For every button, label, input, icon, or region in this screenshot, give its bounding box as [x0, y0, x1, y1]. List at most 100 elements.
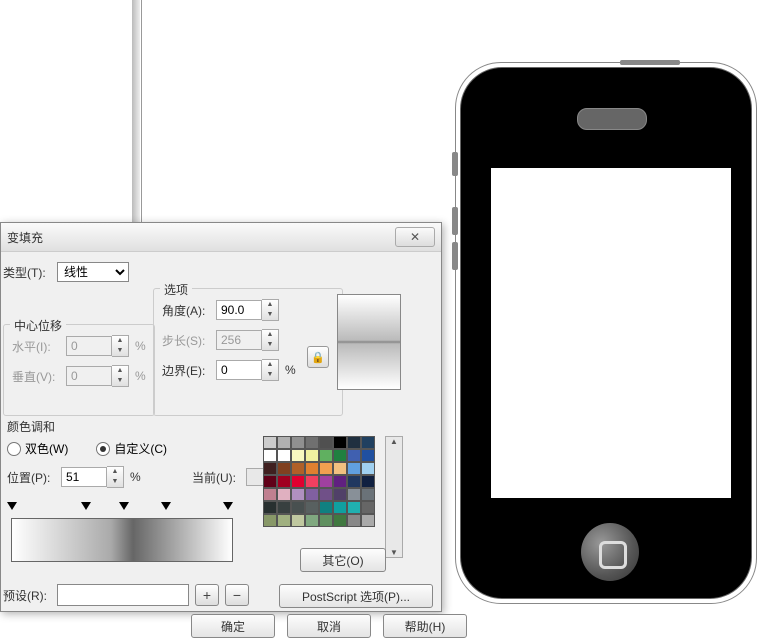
spinner-arrows[interactable]: ▲▼ — [262, 359, 279, 381]
palette-swatch[interactable] — [361, 436, 375, 449]
palette-swatch[interactable] — [319, 514, 333, 527]
position-spinner[interactable]: ▲▼ — [61, 466, 124, 488]
lock-button[interactable]: 🔒 — [307, 346, 329, 368]
palette-swatch[interactable] — [347, 514, 361, 527]
palette-swatch[interactable] — [263, 475, 277, 488]
palette-swatch[interactable] — [291, 475, 305, 488]
cancel-button[interactable]: 取消 — [287, 614, 371, 638]
edge-spinner[interactable]: ▲▼ — [216, 359, 279, 381]
gradient-stop-top[interactable] — [223, 502, 233, 514]
palette-swatch[interactable] — [333, 501, 347, 514]
add-preset-button[interactable]: + — [195, 584, 219, 606]
palette-swatch[interactable] — [319, 436, 333, 449]
palette-swatch[interactable] — [319, 449, 333, 462]
postscript-options-button[interactable]: PostScript 选项(P)... — [279, 584, 433, 608]
phone-power-button — [620, 60, 680, 65]
help-button[interactable]: 帮助(H) — [383, 614, 467, 638]
two-color-radio[interactable]: 双色(W) — [7, 440, 68, 457]
palette-swatch[interactable] — [305, 475, 319, 488]
palette-swatch[interactable] — [333, 475, 347, 488]
gradient-stop-top[interactable] — [161, 502, 171, 514]
canvas-area: 变填充 ✕ 类型(T): 线性 中心位移 水平(I): ▲▼ — [0, 0, 760, 609]
palette-swatch[interactable] — [347, 488, 361, 501]
palette-swatch[interactable] — [305, 501, 319, 514]
palette-swatch[interactable] — [263, 488, 277, 501]
color-palette[interactable] — [263, 436, 385, 556]
palette-swatch[interactable] — [361, 488, 375, 501]
gradient-track[interactable] — [11, 518, 233, 562]
spinner-arrows[interactable]: ▲▼ — [262, 299, 279, 321]
horizontal-label: 水平(I): — [12, 338, 60, 355]
palette-swatch[interactable] — [333, 488, 347, 501]
angle-spinner[interactable]: ▲▼ — [216, 299, 279, 321]
steps-spinner: ▲▼ — [216, 329, 279, 351]
palette-swatch[interactable] — [291, 462, 305, 475]
palette-swatch[interactable] — [291, 449, 305, 462]
palette-scrollbar[interactable]: ▲▼ — [385, 436, 403, 558]
palette-swatch[interactable] — [319, 501, 333, 514]
palette-swatch[interactable] — [333, 514, 347, 527]
palette-swatch[interactable] — [347, 449, 361, 462]
spinner-arrows: ▲▼ — [262, 329, 279, 351]
palette-swatch[interactable] — [305, 449, 319, 462]
phone-drawing[interactable] — [455, 62, 755, 602]
close-button[interactable]: ✕ — [395, 227, 435, 247]
palette-swatch[interactable] — [319, 488, 333, 501]
gradient-stop-top[interactable] — [7, 502, 17, 514]
palette-swatch[interactable] — [277, 462, 291, 475]
other-color-button[interactable]: 其它(O) — [300, 548, 386, 572]
preset-row: 预设(R): + − — [3, 584, 249, 606]
vertical-spinner: ▲▼ — [66, 365, 129, 387]
palette-swatch[interactable] — [305, 488, 319, 501]
palette-swatch[interactable] — [277, 449, 291, 462]
palette-swatch[interactable] — [361, 501, 375, 514]
horizontal-spinner: ▲▼ — [66, 335, 129, 357]
gradient-editor[interactable] — [11, 500, 231, 560]
palette-swatch[interactable] — [333, 436, 347, 449]
palette-swatch[interactable] — [291, 501, 305, 514]
page-background — [0, 0, 142, 232]
palette-swatch[interactable] — [263, 514, 277, 527]
spinner-arrows[interactable]: ▲▼ — [107, 466, 124, 488]
palette-swatch[interactable] — [305, 436, 319, 449]
palette-swatch[interactable] — [333, 449, 347, 462]
angle-input[interactable] — [216, 300, 262, 320]
palette-swatch[interactable] — [305, 462, 319, 475]
palette-swatch[interactable] — [305, 514, 319, 527]
preset-combo[interactable] — [57, 584, 189, 606]
palette-swatch[interactable] — [263, 436, 277, 449]
palette-swatch[interactable] — [361, 449, 375, 462]
palette-swatch[interactable] — [361, 475, 375, 488]
dialog-title: 变填充 — [7, 229, 43, 246]
palette-swatch[interactable] — [277, 501, 291, 514]
palette-swatch[interactable] — [347, 475, 361, 488]
palette-swatch[interactable] — [263, 501, 277, 514]
palette-swatch[interactable] — [347, 436, 361, 449]
gradient-stop-top[interactable] — [81, 502, 91, 514]
palette-swatch[interactable] — [319, 475, 333, 488]
position-input[interactable] — [61, 467, 107, 487]
palette-swatch[interactable] — [333, 462, 347, 475]
dialog-titlebar[interactable]: 变填充 ✕ — [1, 223, 441, 252]
palette-swatch[interactable] — [277, 488, 291, 501]
custom-radio[interactable]: 自定义(C) — [96, 440, 167, 457]
palette-swatch[interactable] — [291, 488, 305, 501]
minus-icon: − — [233, 587, 241, 603]
edge-input[interactable] — [216, 360, 262, 380]
ok-button[interactable]: 确定 — [191, 614, 275, 638]
gradient-stop-top[interactable] — [119, 502, 129, 514]
palette-swatch[interactable] — [277, 436, 291, 449]
palette-swatch[interactable] — [277, 514, 291, 527]
palette-swatch[interactable] — [347, 501, 361, 514]
palette-swatch[interactable] — [291, 436, 305, 449]
palette-swatch[interactable] — [361, 514, 375, 527]
palette-swatch[interactable] — [347, 462, 361, 475]
palette-swatch[interactable] — [277, 475, 291, 488]
palette-swatch[interactable] — [291, 514, 305, 527]
type-combo[interactable]: 线性 — [57, 262, 129, 282]
palette-swatch[interactable] — [361, 462, 375, 475]
palette-swatch[interactable] — [263, 462, 277, 475]
palette-swatch[interactable] — [263, 449, 277, 462]
remove-preset-button[interactable]: − — [225, 584, 249, 606]
palette-swatch[interactable] — [319, 462, 333, 475]
